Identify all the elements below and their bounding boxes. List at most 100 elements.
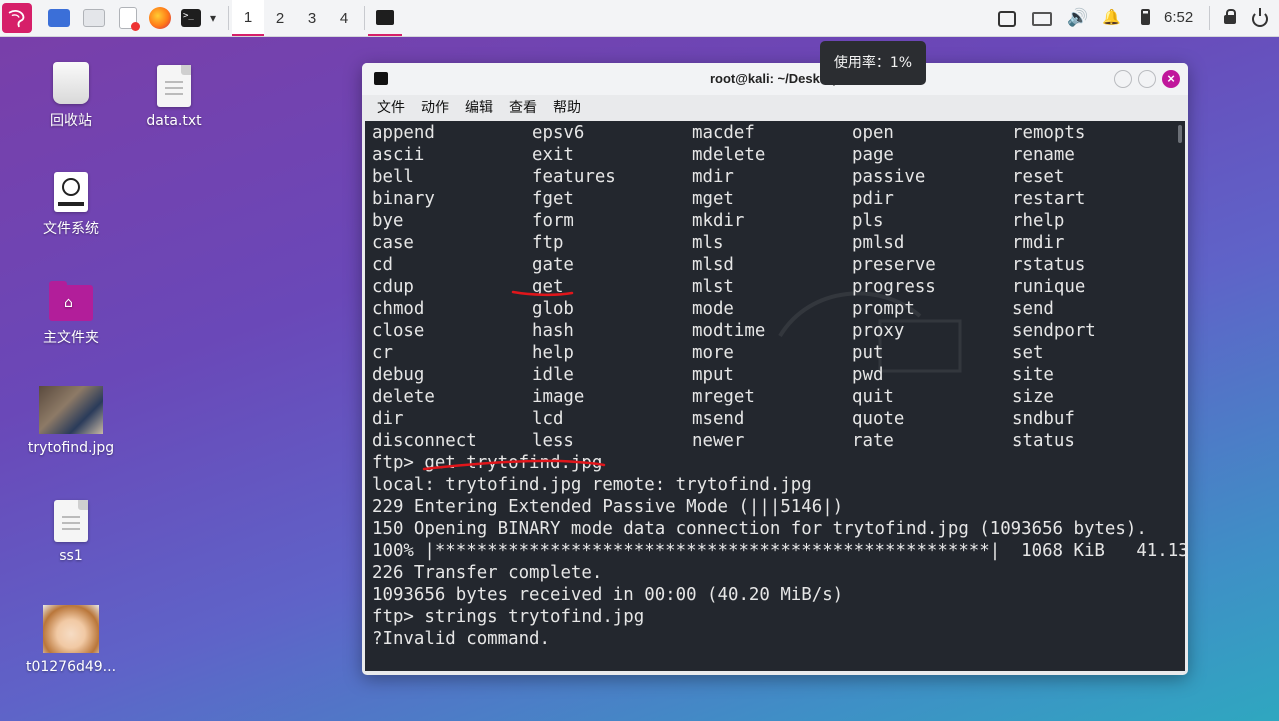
desktop-icon-home[interactable]: ⌂ 主文件夹 bbox=[21, 281, 121, 347]
power-icon[interactable] bbox=[1251, 8, 1269, 27]
desktop-icon-data-txt[interactable]: data.txt bbox=[124, 65, 224, 129]
ftp-command-newer: newer bbox=[692, 431, 745, 451]
ftp-command-sndbuf: sndbuf bbox=[1012, 409, 1075, 429]
ftp-command-lcd: lcd bbox=[532, 409, 564, 429]
ftp-command-cd: cd bbox=[372, 255, 393, 275]
ftp-command-less: less bbox=[532, 431, 574, 451]
ftp-command-more: more bbox=[692, 343, 734, 363]
ftp-command-pmlsd: pmlsd bbox=[852, 233, 905, 253]
keyboard-icon[interactable] bbox=[1032, 12, 1052, 26]
menu-file[interactable]: 文件 bbox=[377, 95, 405, 121]
terminal-output-line: ftp> strings trytofind.jpg bbox=[372, 607, 645, 627]
ftp-command-image: image bbox=[532, 387, 585, 407]
window-titlebar[interactable]: root@kali: ~/Desktop × bbox=[362, 63, 1188, 95]
text-file-icon bbox=[54, 500, 88, 542]
ftp-command-rename: rename bbox=[1012, 145, 1075, 165]
ftp-command-rstatus: rstatus bbox=[1012, 255, 1086, 275]
ftp-command-send: send bbox=[1012, 299, 1054, 319]
ftp-command-glob: glob bbox=[532, 299, 574, 319]
minimize-button[interactable] bbox=[1114, 70, 1132, 88]
terminal-output-line: 226 Transfer complete. bbox=[372, 563, 603, 583]
maximize-button[interactable] bbox=[1138, 70, 1156, 88]
ftp-command-ascii: ascii bbox=[372, 145, 425, 165]
terminal-launcher-icon[interactable]: >_ bbox=[180, 4, 202, 32]
ftp-command-mkdir: mkdir bbox=[692, 211, 745, 231]
ftp-command-msend: msend bbox=[692, 409, 745, 429]
ftp-command-mode: mode bbox=[692, 299, 734, 319]
desktop-icon-t01276d49[interactable]: t01276d49... bbox=[17, 605, 125, 675]
drive-icon bbox=[54, 172, 88, 212]
terminal-output-line: 100% |**********************************… bbox=[372, 541, 1185, 561]
ftp-command-mls: mls bbox=[692, 233, 724, 253]
ftp-command-set: set bbox=[1012, 343, 1044, 363]
desktop-icon-filesystem[interactable]: 文件系统 bbox=[21, 172, 121, 238]
ftp-command-dir: dir bbox=[372, 409, 404, 429]
battery-icon[interactable] bbox=[1136, 9, 1154, 27]
menu-edit[interactable]: 编辑 bbox=[465, 95, 493, 121]
ftp-command-bye: bye bbox=[372, 211, 404, 231]
home-folder-icon: ⌂ bbox=[49, 281, 93, 321]
desktop-icon-label: t01276d49... bbox=[25, 659, 117, 675]
volume-icon[interactable]: 🔊 bbox=[1067, 9, 1088, 27]
ftp-command-chmod: chmod bbox=[372, 299, 425, 319]
desktop-icon-label: data.txt bbox=[146, 113, 202, 129]
text-editor-icon[interactable] bbox=[116, 4, 140, 32]
ftp-command-form: form bbox=[532, 211, 574, 231]
workspace-3[interactable]: 3 bbox=[296, 0, 328, 36]
workspace-1[interactable]: 1 bbox=[232, 0, 264, 36]
cpu-usage-tooltip: 使用率：1% bbox=[820, 41, 926, 85]
workspace-2[interactable]: 2 bbox=[264, 0, 296, 36]
terminal-output[interactable]: append epsv6 macdef open remopts ascii exit mde… bbox=[365, 121, 1185, 671]
terminal-output-line: 150 Opening BINARY mode data connection … bbox=[372, 519, 1147, 539]
ftp-command-page: page bbox=[852, 145, 894, 165]
trash-icon bbox=[53, 62, 89, 104]
desktop-icon-label: ss1 bbox=[59, 548, 83, 564]
menu-view[interactable]: 查看 bbox=[509, 95, 537, 121]
window-switch-icon[interactable] bbox=[998, 11, 1016, 27]
ftp-command-rate: rate bbox=[852, 431, 894, 451]
terminal-window[interactable]: root@kali: ~/Desktop × 文件 动作 编辑 查看 帮助 ap… bbox=[362, 63, 1188, 675]
workspace-4[interactable]: 4 bbox=[328, 0, 360, 36]
lock-icon[interactable] bbox=[1221, 9, 1239, 27]
taskbar-terminal-window[interactable] bbox=[368, 0, 402, 36]
ftp-command-close: close bbox=[372, 321, 425, 341]
ftp-command-mdelete: mdelete bbox=[692, 145, 766, 165]
ftp-command-debug: debug bbox=[372, 365, 425, 385]
ftp-command-macdef: macdef bbox=[692, 123, 755, 143]
terminal-output-line: 1093656 bytes received in 00:00 (40.20 M… bbox=[372, 585, 844, 605]
desktop-icon-trytofind-jpg[interactable]: trytofind.jpg bbox=[21, 386, 121, 456]
firefox-icon[interactable] bbox=[148, 4, 172, 32]
ftp-command-help: help bbox=[532, 343, 574, 363]
kali-menu-button[interactable] bbox=[2, 3, 32, 33]
ftp-command-hash: hash bbox=[532, 321, 574, 341]
ftp-command-size: size bbox=[1012, 387, 1054, 407]
ftp-command-quit: quit bbox=[852, 387, 894, 407]
desktop-icon-label: trytofind.jpg bbox=[27, 440, 115, 456]
ftp-command-site: site bbox=[1012, 365, 1054, 385]
ftp-command-pwd: pwd bbox=[852, 365, 884, 385]
ftp-command-case: case bbox=[372, 233, 414, 253]
ftp-command-rhelp: rhelp bbox=[1012, 211, 1065, 231]
ftp-command-mlsd: mlsd bbox=[692, 255, 734, 275]
ftp-command-fget: fget bbox=[532, 189, 574, 209]
ftp-command-reset: reset bbox=[1012, 167, 1065, 187]
ftp-command-binary: binary bbox=[372, 189, 435, 209]
scrollbar-thumb[interactable] bbox=[1178, 125, 1182, 143]
file-manager-icon[interactable] bbox=[82, 4, 106, 32]
desktop-icon-trash[interactable]: 回收站 bbox=[21, 62, 121, 130]
desktop-icon-ss1[interactable]: ss1 bbox=[21, 500, 121, 564]
text-file-icon bbox=[157, 65, 191, 107]
clock[interactable]: 6:52 bbox=[1164, 0, 1193, 36]
menu-action[interactable]: 动作 bbox=[421, 95, 449, 121]
ftp-command-get: get bbox=[532, 277, 564, 297]
chevron-down-icon[interactable]: ▾ bbox=[204, 4, 222, 32]
ftp-command-modtime: modtime bbox=[692, 321, 766, 341]
terminal-output-line: ?Invalid command. bbox=[372, 629, 550, 649]
ftp-command-bell: bell bbox=[372, 167, 414, 187]
menu-help[interactable]: 帮助 bbox=[553, 95, 581, 121]
ftp-command-mget: mget bbox=[692, 189, 734, 209]
desktop-icon-label: 主文件夹 bbox=[43, 330, 99, 346]
close-button[interactable]: × bbox=[1162, 70, 1180, 88]
show-desktop-icon[interactable] bbox=[47, 4, 71, 32]
notification-bell-icon[interactable]: 🔔 bbox=[1102, 9, 1121, 27]
